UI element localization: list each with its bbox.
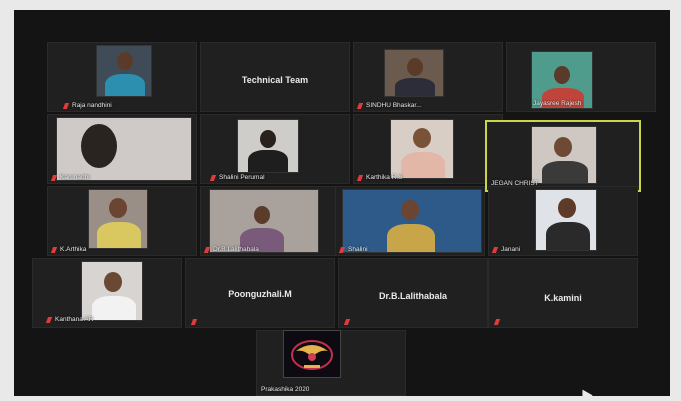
participant-video xyxy=(96,45,152,97)
participant-face xyxy=(81,124,117,168)
participant-face xyxy=(254,206,270,224)
participant-body xyxy=(542,161,588,183)
participant-body xyxy=(395,78,435,96)
participant-name: Poonguzhali.M xyxy=(228,289,292,299)
participant-video xyxy=(88,189,148,249)
prakashika-logo xyxy=(283,330,341,378)
muted-mic-icon xyxy=(343,319,351,325)
participant-name: Jayasree Rajesh xyxy=(533,100,582,107)
participant-name: K.kamini xyxy=(544,293,582,303)
participant-tile-dr-lalithabala-video[interactable]: Dr.B.Lalithabala xyxy=(200,186,350,256)
participant-name: Kanthana AR xyxy=(55,316,94,323)
participant-tile-dr-lalithabala[interactable]: Dr.B.Lalithabala xyxy=(338,258,488,328)
participant-video xyxy=(342,189,482,253)
muted-mic-icon xyxy=(356,103,364,109)
participant-face xyxy=(407,58,423,76)
participant-tile-technical-team[interactable]: Technical Team xyxy=(200,42,350,112)
participant-tile-poonguzhali[interactable]: Poonguzhali.M xyxy=(185,258,335,328)
muted-mic-icon xyxy=(491,247,499,253)
participant-tile-karunadhi[interactable]: Karunadhi xyxy=(47,114,197,184)
participant-face xyxy=(413,128,431,148)
muted-mic-icon xyxy=(45,317,53,323)
participant-tile-k-kamini[interactable]: K.kamini xyxy=(488,258,638,328)
participant-body xyxy=(387,224,435,252)
participant-face xyxy=(554,66,570,84)
participant-tile-karthika[interactable]: Karthika R.S xyxy=(353,114,503,184)
participant-tile-jegan-christ-active-speaker[interactable]: JEGAN CHRIST xyxy=(485,120,641,192)
participant-name: Shalini Perumal xyxy=(219,174,265,181)
participant-face xyxy=(109,198,127,218)
participant-body xyxy=(401,152,445,178)
participant-name: Raja nandhini xyxy=(72,102,112,109)
participant-name: K.Arthika xyxy=(60,246,87,253)
participant-video xyxy=(390,119,454,179)
participant-name: Karunadhi xyxy=(60,174,90,181)
muted-mic-icon xyxy=(62,103,70,109)
muted-mic-icon xyxy=(209,175,217,181)
participant-video xyxy=(81,261,143,321)
participant-video xyxy=(56,117,192,181)
participant-face xyxy=(104,272,122,292)
participant-tile-sindhu[interactable]: SINDHU Bhaskar... xyxy=(353,42,503,112)
participant-tile-k-arthika[interactable]: K.Arthika xyxy=(47,186,197,256)
participant-body xyxy=(546,222,590,250)
participant-name: SINDHU Bhaskar... xyxy=(366,102,422,109)
participant-body xyxy=(97,222,141,248)
participant-tile-raja-nandhini[interactable]: Raja nandhini xyxy=(47,42,210,112)
participant-video xyxy=(209,189,319,253)
participant-face xyxy=(260,130,276,148)
participant-video xyxy=(531,126,597,184)
participant-name: Technical Team xyxy=(241,75,309,85)
muted-mic-icon xyxy=(190,319,198,325)
participant-name: Dr.B.Lalithabala xyxy=(213,246,259,253)
participant-name: Karthika R.S xyxy=(366,174,403,181)
participant-name: Janani xyxy=(501,246,521,253)
eagle-emblem-icon xyxy=(291,340,333,370)
participant-body xyxy=(248,150,288,172)
participant-face xyxy=(401,200,419,220)
participant-name: Prakashika 2020 xyxy=(261,386,310,393)
muted-mic-icon xyxy=(493,319,501,325)
participant-tile-shalini[interactable]: Shalini xyxy=(335,186,485,256)
participant-body xyxy=(92,296,136,320)
participant-tile-jayasree[interactable]: Jayasree Rajesh xyxy=(506,42,656,112)
participant-body xyxy=(105,74,145,96)
participant-video xyxy=(237,119,299,173)
participant-video xyxy=(384,49,444,97)
muted-mic-icon xyxy=(356,175,364,181)
video-meeting-gallery: Raja nandhini Technical Team SINDHU Bhas… xyxy=(14,10,670,396)
participant-tile-kanthana[interactable]: Kanthana AR xyxy=(32,258,182,328)
participant-face xyxy=(558,198,576,218)
participant-name: Dr.B.Lalithabala xyxy=(378,291,448,301)
participant-face xyxy=(117,52,133,70)
participant-tile-janani[interactable]: Janani xyxy=(488,186,638,256)
participant-video xyxy=(535,189,597,251)
participant-face xyxy=(554,137,572,157)
participant-name: Shalini xyxy=(348,246,368,253)
participant-tile-shalini-perumal[interactable]: Shalini Perumal xyxy=(200,114,350,184)
muted-mic-icon xyxy=(50,247,58,253)
